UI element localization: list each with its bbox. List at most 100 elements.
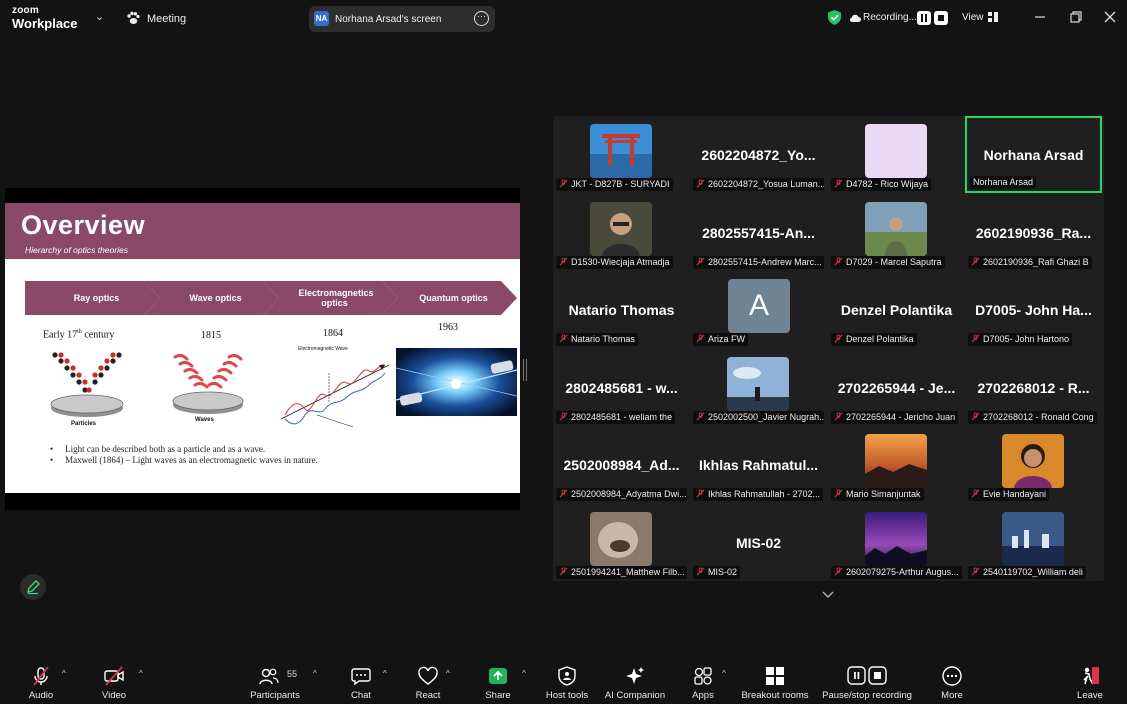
participant-tile[interactable]: 2540119702_William deli [965,503,1102,581]
mic-muted-icon [33,666,49,686]
view-menu[interactable]: View [962,12,984,23]
participant-tile[interactable]: Natario Thomas Natario Thomas [553,271,690,348]
participant-tile[interactable]: D1530-Wiecjaja Atmadja [553,193,690,271]
video-button[interactable]: Video [96,659,132,704]
pause-recording-button[interactable] [917,11,931,25]
participant-tile[interactable]: D7005- John Ha... D7005- John Hartono [965,271,1102,348]
grid-view-icon[interactable] [988,12,998,22]
ai-companion-label: AI Companion [604,690,666,701]
era-em: 1864 [323,328,343,339]
participant-display-name: MIS-02 [735,534,782,551]
participant-tile[interactable]: 2702265944 - Je... 2702265944 - Jericho J… [828,348,965,426]
participant-name: 2540119702_William deli [983,566,1083,577]
chevron-up-icon[interactable]: ^ [383,669,387,678]
pause-stop-icon [847,666,887,685]
annotate-button[interactable] [20,574,46,600]
participant-tile[interactable]: 2702268012 - R... 2702268012 - Ronald Con… [965,348,1102,426]
chevron-up-icon[interactable]: ^ [139,669,143,678]
mic-muted-icon [971,411,983,422]
pause-stop-recording-button[interactable]: Pause/stop recording [822,659,912,704]
close-icon[interactable] [1101,8,1119,26]
participant-tile[interactable]: 2502008984_Ad... 2502008984_Adyatma Dwi..… [553,426,690,503]
react-label: React [415,690,441,701]
participant-tile[interactable]: 2802557415-An... 2802557415-Andrew Marc..… [690,193,827,271]
participant-tile[interactable]: Norhana Arsad Norhana Arsad [965,116,1102,193]
participant-tile[interactable]: 2502002500_Javier Nugrah... [690,348,827,426]
breakout-rooms-icon [766,667,784,685]
breakout-rooms-button[interactable]: Breakout rooms [741,659,809,704]
chevron-up-icon[interactable]: ^ [313,669,317,678]
more-button[interactable]: More [935,659,969,704]
participant-tile[interactable]: D7029 - Marcel Saputra [828,193,965,271]
waves-caption: Waves [195,417,214,423]
restore-icon[interactable] [1067,8,1085,26]
participant-tile[interactable]: Evie Handayani [965,426,1102,503]
slide-bullets: Light can be described both as a particl… [50,444,510,466]
host-tools-button[interactable]: Host tools [544,659,590,704]
mic-muted-icon [834,256,846,267]
split-resize-handle[interactable] [523,359,527,381]
chevron-up-icon[interactable]: ^ [62,669,66,678]
era-wave: 1815 [201,330,221,341]
participant-video [1002,511,1064,566]
chevron-up-icon[interactable]: ^ [446,669,450,678]
mic-muted-icon [559,489,571,499]
stop-recording-button[interactable] [934,11,948,25]
participant-name-label: D7029 - Marcel Saputra [831,255,945,269]
leave-button[interactable]: Leave [1072,659,1108,704]
participant-tile[interactable]: D4782 - Rico Wijaya [828,116,965,193]
participant-display-name: 2802557415-An... [702,224,815,241]
participant-tile[interactable]: 2501994241_Matthew Filb... [553,503,690,581]
mic-muted-icon [834,411,846,422]
participant-tile[interactable]: A Ariza FW [690,271,827,348]
chevron-down-icon[interactable] [819,585,837,603]
participant-tile[interactable]: 2602204872_Yo... 2602204872_Yosua Luman..… [690,116,827,193]
more-options-icon[interactable]: ··· [474,11,489,26]
participant-tile[interactable]: Ikhlas Rahmatul... Ikhlas Rahmatullah - 2… [690,426,827,503]
participant-name-label: 2540119702_William deli [968,565,1086,579]
mic-muted-icon [834,334,846,344]
chevron-up-icon[interactable]: ^ [722,669,726,678]
participant-name-label: 2602204872_Yosua Luman... [693,178,824,191]
minimize-icon[interactable] [1031,8,1049,26]
apps-button[interactable]: Apps [686,659,720,704]
audio-button[interactable]: Audio [22,659,60,704]
screen-share-pill[interactable]: NA Norhana Arsad's screen ··· [309,6,495,32]
participant-video [590,124,652,178]
mic-muted-icon [696,489,708,499]
mic-muted-icon [971,566,983,577]
participant-name: 2502008984_Adyatma Dwi... [571,489,687,499]
participant-name: 2602190936_Rafi Ghazi B [983,256,1089,267]
participant-name: 2702268012 - Ronald Cong [983,411,1094,422]
participant-tile[interactable]: Mario Simanjuntak [828,426,965,503]
participant-video [865,124,927,178]
leave-icon [1083,667,1099,685]
participant-display-name: 2702265944 - Je... [837,379,956,396]
chat-button[interactable]: Chat [344,659,378,704]
ai-companion-button[interactable]: AI Companion [605,659,665,704]
chevron-down-icon[interactable]: ⌄ [95,10,104,23]
participant-tile[interactable]: MIS-02 MIS-02 [690,503,827,581]
participants-label: Participants [250,690,300,701]
participant-name: 2502002500_Javier Nugrah... [708,411,824,422]
participant-tile[interactable]: JKT - D827B - SURYADI [553,116,690,193]
participant-tile[interactable]: 2802485681 - w... 2802485681 - weliam the [553,348,690,426]
participant-name: JKT - D827B - SURYADI [571,179,670,189]
zoom-logo[interactable]: zoom Workplace [12,6,78,31]
participant-display-name: 2802485681 - w... [565,379,678,396]
participant-name-label: Natario Thomas [556,333,638,346]
participant-tile[interactable]: 2602190936_Ra... 2602190936_Rafi Ghazi B [965,193,1102,271]
participant-name-label: Mario Simanjuntak [831,488,924,501]
em-caption: Electromagnetic Wave [298,346,348,352]
chevron-up-icon[interactable]: ^ [522,669,526,678]
share-button[interactable]: Share [481,659,515,704]
shield-check-icon[interactable] [828,10,841,25]
participants-button[interactable]: Participants [250,659,300,704]
participant-tile[interactable]: 2602079275-Arthur Augus... [828,503,965,581]
leave-label: Leave [1077,690,1103,701]
mic-muted-icon [559,334,571,344]
mic-muted-icon [696,179,708,189]
react-button[interactable]: React [411,659,445,704]
participant-tile[interactable]: Denzel Polantika Denzel Polantika [828,271,965,348]
meeting-label[interactable]: Meeting [147,13,186,25]
